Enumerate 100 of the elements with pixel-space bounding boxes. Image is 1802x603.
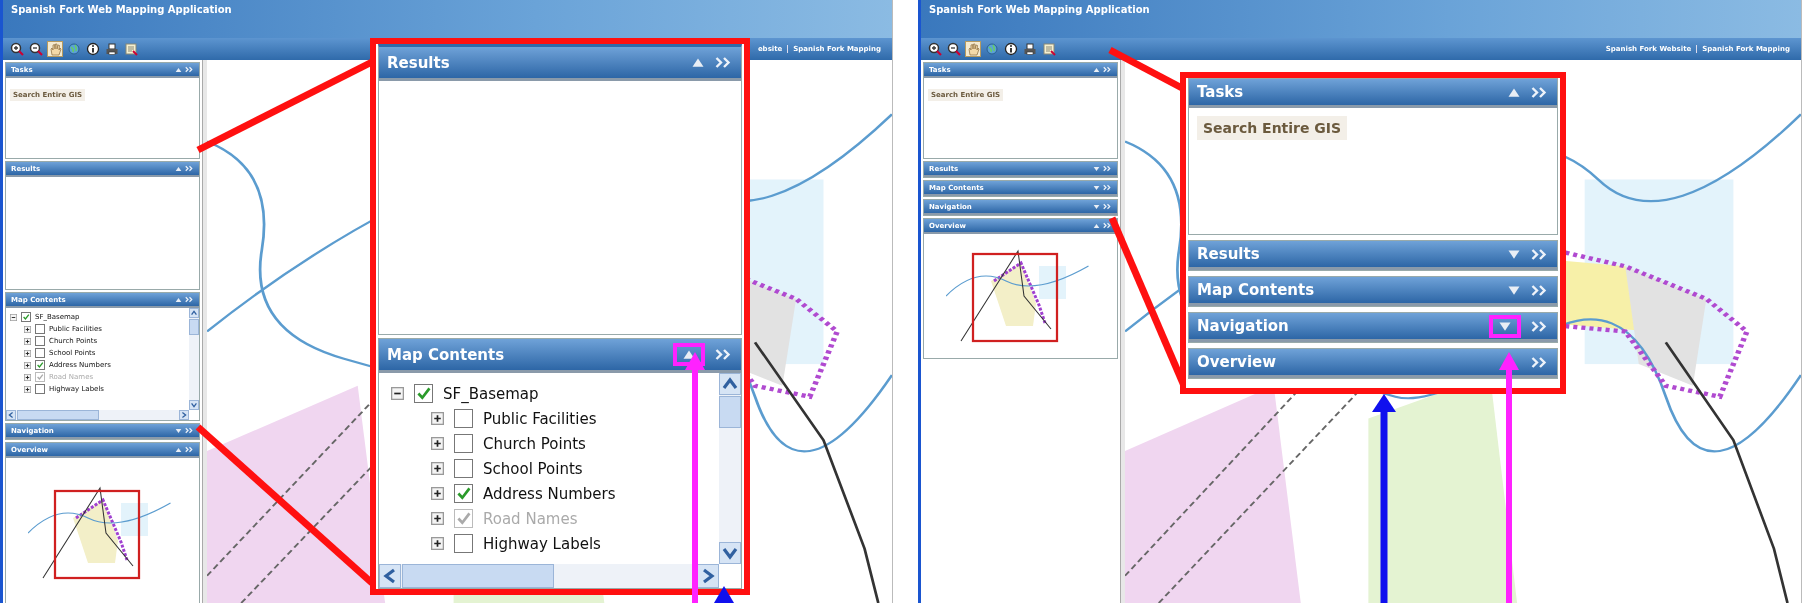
scroll-thumb[interactable] xyxy=(17,410,99,420)
double-chevron-icon[interactable] xyxy=(1531,85,1549,99)
info-icon[interactable] xyxy=(85,41,101,57)
panel-title: Results xyxy=(1197,245,1260,263)
vertical-scrollbar[interactable] xyxy=(719,373,741,564)
checkbox[interactable] xyxy=(35,384,45,394)
expand-icon[interactable] xyxy=(431,537,444,550)
caret-up-icon[interactable] xyxy=(175,446,182,453)
collapse-icon[interactable] xyxy=(10,313,17,321)
expand-icon[interactable] xyxy=(431,487,444,500)
expand-icon[interactable] xyxy=(24,349,31,357)
panel-header[interactable]: Results xyxy=(379,47,741,81)
double-chevron-icon[interactable] xyxy=(1531,355,1549,369)
checkbox[interactable] xyxy=(35,336,45,346)
caret-up-icon[interactable] xyxy=(175,66,182,73)
collapse-icon[interactable] xyxy=(391,387,404,400)
checkbox[interactable] xyxy=(454,459,473,478)
checkbox[interactable] xyxy=(35,324,45,334)
scroll-down-button[interactable] xyxy=(719,542,741,564)
caret-up-icon[interactable] xyxy=(175,165,182,172)
checkbox[interactable] xyxy=(454,409,473,428)
checkbox[interactable] xyxy=(454,534,473,553)
caret-down-icon[interactable] xyxy=(1507,284,1521,296)
caret-down-icon[interactable] xyxy=(1093,165,1100,172)
double-chevron-icon[interactable] xyxy=(185,296,194,303)
caret-up-icon[interactable] xyxy=(175,296,182,303)
expand-icon[interactable] xyxy=(24,325,31,333)
zoom-out-icon[interactable] xyxy=(28,41,44,57)
horizontal-scrollbar[interactable] xyxy=(379,564,719,588)
scroll-thumb[interactable] xyxy=(402,564,554,588)
expand-icon[interactable] xyxy=(24,337,31,345)
double-chevron-icon[interactable] xyxy=(1531,247,1549,261)
double-chevron-icon[interactable] xyxy=(1103,203,1112,210)
caret-up-icon[interactable] xyxy=(1093,66,1100,73)
panel-header[interactable]: Map Contents xyxy=(379,339,741,373)
panel-title: Tasks xyxy=(1197,83,1244,101)
panel-title: Map Contents xyxy=(1197,281,1315,299)
caret-down-icon[interactable] xyxy=(1093,203,1100,210)
checkbox[interactable] xyxy=(35,360,45,370)
app-title: Spanish Fork Web Mapping Application xyxy=(11,4,232,15)
checkbox[interactable] xyxy=(35,348,45,358)
double-chevron-icon[interactable] xyxy=(715,56,733,69)
scroll-left-button[interactable] xyxy=(6,410,16,420)
panel-title: Map Contents xyxy=(387,345,505,364)
expand-icon[interactable] xyxy=(431,437,444,450)
double-chevron-icon[interactable] xyxy=(185,446,194,453)
scroll-thumb[interactable] xyxy=(189,319,199,335)
double-chevron-icon[interactable] xyxy=(1103,184,1112,191)
expand-icon[interactable] xyxy=(24,361,31,369)
document-icon[interactable] xyxy=(123,41,139,57)
caret-down-icon[interactable] xyxy=(1093,184,1100,191)
printer-icon[interactable] xyxy=(104,41,120,57)
expand-icon[interactable] xyxy=(24,385,31,393)
panel-title: Results xyxy=(387,53,450,72)
checkbox[interactable] xyxy=(414,384,433,403)
zoom-out-icon[interactable] xyxy=(946,41,962,57)
scroll-up-button[interactable] xyxy=(189,308,199,318)
double-chevron-icon[interactable] xyxy=(1103,222,1112,229)
panel-header[interactable]: Results xyxy=(1189,241,1557,270)
horizontal-scrollbar[interactable] xyxy=(6,410,189,420)
app-title: Spanish Fork Web Mapping Application xyxy=(929,4,1150,15)
printer-icon[interactable] xyxy=(1022,41,1038,57)
caret-down-icon[interactable] xyxy=(1507,248,1521,260)
caret-up-icon[interactable] xyxy=(1093,222,1100,229)
panel-header[interactable]: Navigation xyxy=(1189,313,1557,342)
expand-icon[interactable] xyxy=(431,412,444,425)
vertical-scrollbar[interactable] xyxy=(189,308,199,410)
checkbox[interactable] xyxy=(454,434,473,453)
layer-name: Address Numbers xyxy=(483,484,616,503)
scroll-thumb[interactable] xyxy=(719,396,741,428)
double-chevron-icon[interactable] xyxy=(1103,165,1112,172)
scroll-right-button[interactable] xyxy=(697,564,719,588)
checkbox[interactable] xyxy=(21,312,31,322)
panel-header[interactable]: Map Contents xyxy=(1189,277,1557,306)
double-chevron-icon[interactable] xyxy=(185,66,194,73)
zoom-in-icon[interactable] xyxy=(927,41,943,57)
panel-header[interactable]: Overview xyxy=(1189,349,1557,378)
zoom-in-icon[interactable] xyxy=(9,41,25,57)
caret-up-icon[interactable] xyxy=(1507,86,1521,98)
scroll-down-button[interactable] xyxy=(189,400,199,410)
scroll-right-button[interactable] xyxy=(179,410,189,420)
expand-icon[interactable] xyxy=(431,462,444,475)
caret-down-icon[interactable] xyxy=(1498,320,1512,332)
chevron-down-icon xyxy=(190,401,198,409)
caret-down-icon[interactable] xyxy=(175,427,182,434)
info-icon[interactable] xyxy=(1003,41,1019,57)
panel-header[interactable]: Tasks xyxy=(1189,79,1557,108)
double-chevron-icon[interactable] xyxy=(185,165,194,172)
task-link[interactable]: Search Entire GIS xyxy=(1197,116,1348,140)
double-chevron-icon[interactable] xyxy=(1531,283,1549,297)
chevron-right-icon xyxy=(180,411,188,419)
scroll-up-button[interactable] xyxy=(719,373,741,395)
scroll-left-button[interactable] xyxy=(379,564,401,588)
checkbox[interactable] xyxy=(454,484,473,503)
double-chevron-icon[interactable] xyxy=(715,348,733,361)
double-chevron-icon[interactable] xyxy=(1531,319,1549,333)
double-chevron-icon[interactable] xyxy=(1103,66,1112,73)
document-icon[interactable] xyxy=(1041,41,1057,57)
caret-up-icon[interactable] xyxy=(691,57,705,68)
double-chevron-icon[interactable] xyxy=(185,427,194,434)
